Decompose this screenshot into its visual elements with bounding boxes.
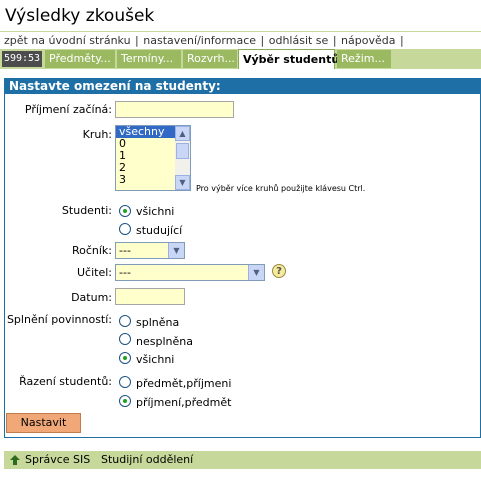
footer-bar: Správce SIS Studijní oddělení	[4, 451, 481, 469]
fulfil-radio-notdone[interactable]	[119, 333, 131, 345]
separator: |	[135, 34, 139, 47]
sort-label: Řazení studentů:	[19, 375, 112, 388]
tab-subjects[interactable]: Předměty...	[45, 50, 115, 68]
students-option-studying: studující	[136, 224, 183, 237]
link-home[interactable]: zpět na úvodní stránku	[4, 34, 131, 47]
footer-link-admin[interactable]: Správce SIS	[25, 451, 90, 469]
teacher-label: Učitel:	[77, 266, 112, 279]
year-select-value: ---	[119, 244, 131, 257]
group-hint: Pro výběr více kruhů použijte klávesu Ct…	[196, 184, 366, 193]
separator: |	[399, 34, 404, 47]
arrow-up-icon	[10, 455, 20, 465]
link-help[interactable]: nápověda	[341, 34, 395, 47]
tab-schedule[interactable]: Rozvrh...	[183, 50, 237, 68]
sort-radio-subject-surname[interactable]	[119, 376, 131, 388]
sort-option-surname-subject: příjmení,předmět	[136, 396, 232, 409]
link-settings[interactable]: nastavení/informace	[143, 34, 256, 47]
surname-input[interactable]	[115, 101, 234, 118]
year-label: Ročník:	[71, 244, 112, 257]
link-logout[interactable]: odhlásit se	[269, 34, 329, 47]
tab-mode[interactable]: Režim...	[337, 50, 391, 68]
fulfil-radio-done[interactable]	[119, 315, 131, 327]
students-option-all: všichni	[136, 205, 175, 218]
fulfil-label: Splnění povinností:	[6, 313, 112, 326]
separator: |	[260, 34, 265, 47]
group-listbox[interactable]: všechny 0 1 2 3 ▲ ▼	[115, 125, 191, 191]
page-title: Výsledky zkoušek	[5, 6, 155, 26]
students-radio-studying[interactable]	[119, 223, 131, 235]
date-label: Datum:	[71, 291, 112, 304]
separator: |	[332, 34, 337, 47]
fulfil-option-notdone: nesplněna	[136, 335, 193, 348]
help-icon[interactable]: ?	[272, 264, 286, 278]
fulfil-option-all: všichni	[136, 353, 175, 366]
year-select[interactable]: --- ▼	[115, 242, 185, 259]
sort-option-subject-surname: předmět,příjmeni	[136, 377, 232, 390]
chevron-down-icon: ▼	[168, 243, 184, 258]
teacher-select-value: ---	[119, 266, 131, 279]
group-option-3[interactable]: 3	[116, 174, 176, 186]
top-links: zpět na úvodní stránku | nastavení/infor…	[4, 34, 405, 47]
date-input[interactable]	[115, 288, 185, 305]
teacher-select[interactable]: --- ▼	[115, 264, 265, 281]
listbox-scrollbar[interactable]: ▲ ▼	[175, 126, 190, 190]
session-timer: 599:53	[2, 51, 42, 67]
footer-link-study-office[interactable]: Studijní oddělení	[101, 451, 193, 469]
tab-terms[interactable]: Termíny...	[117, 50, 181, 68]
group-label: Kruh:	[82, 128, 112, 141]
form-heading: Nastavte omezení na studenty:	[4, 78, 481, 94]
scroll-down-icon[interactable]: ▼	[175, 175, 190, 190]
title-divider	[0, 31, 481, 32]
scroll-up-icon[interactable]: ▲	[175, 126, 190, 141]
scroll-thumb[interactable]	[176, 143, 189, 159]
students-radio-all[interactable]	[119, 205, 131, 217]
students-label: Studenti:	[61, 204, 112, 217]
surname-label: Příjmení začíná:	[24, 103, 112, 116]
submit-button[interactable]: Nastavit	[6, 413, 81, 433]
chevron-down-icon: ▼	[248, 265, 264, 280]
fulfil-radio-all[interactable]	[119, 352, 131, 364]
tab-student-selection[interactable]: Výběr studentů	[238, 49, 339, 69]
fulfil-option-done: splněna	[136, 316, 180, 329]
sort-radio-surname-subject[interactable]	[119, 395, 131, 407]
